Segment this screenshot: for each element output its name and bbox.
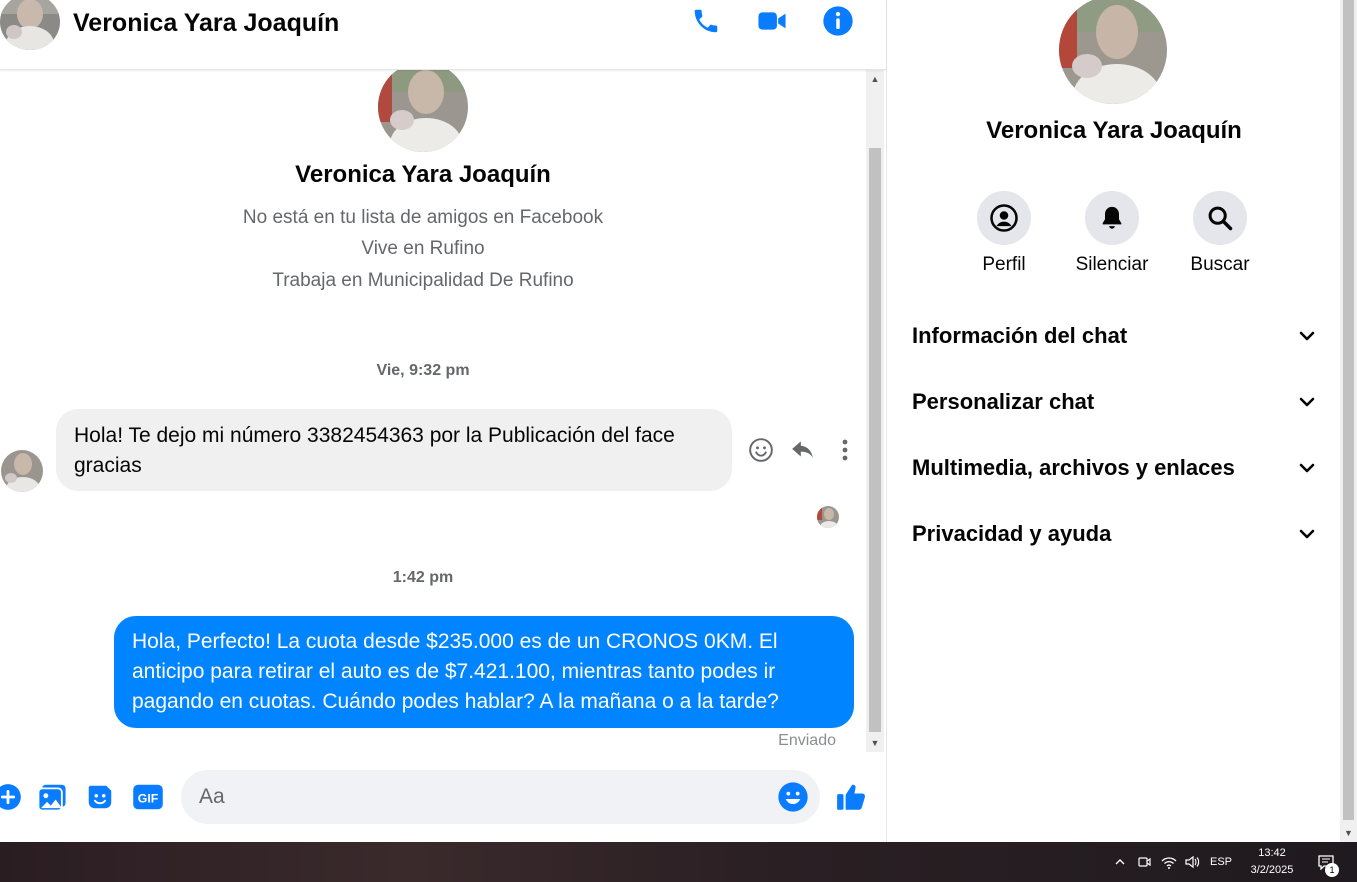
search-icon — [1193, 191, 1247, 245]
reply-icon[interactable] — [787, 434, 819, 466]
section-label: Personalizar chat — [912, 389, 1095, 414]
chevron-down-icon — [1299, 397, 1315, 407]
panel-avatar[interactable] — [1059, 0, 1167, 104]
intro-location: Vive en Rufino — [361, 238, 485, 259]
notification-count-badge: 1 — [1325, 863, 1339, 877]
messenger-window: Veronica Yara Joaquín Veronica Yara Joaq… — [0, 0, 1357, 842]
bell-icon — [1085, 191, 1139, 245]
incoming-message-bubble[interactable]: Hola! Te dejo mi número 3382454363 por l… — [56, 409, 732, 491]
intro-work: Trabaja en Municipalidad De Rufino — [272, 270, 574, 291]
clock-date: 3/2/2025 — [1250, 864, 1294, 876]
section-privacy-help[interactable]: Privacidad y ayuda — [912, 514, 1317, 554]
language-indicator[interactable]: ESP — [1206, 842, 1236, 882]
chevron-down-icon — [1299, 529, 1315, 539]
wifi-icon[interactable] — [1158, 842, 1180, 882]
photo-gallery-icon[interactable] — [35, 780, 69, 814]
section-label: Información del chat — [912, 323, 1128, 348]
chevron-down-icon — [1299, 463, 1315, 473]
intro-friend-status: No está en tu lista de amigos en Faceboo… — [242, 207, 604, 228]
section-customize-chat[interactable]: Personalizar chat — [912, 382, 1317, 422]
search-button[interactable]: Buscar — [1170, 191, 1270, 281]
timestamp: Vie, 9:32 pm — [376, 362, 470, 379]
plus-icon[interactable] — [0, 780, 25, 814]
scroll-down-arrow-icon[interactable]: ▼ — [1340, 826, 1357, 840]
mute-button[interactable]: Silenciar — [1062, 191, 1162, 281]
section-label: Privacidad y ayuda — [912, 521, 1112, 546]
section-chat-info[interactable]: Información del chat — [912, 316, 1317, 356]
profile-label: Perfil — [982, 254, 1026, 275]
emoji-icon[interactable] — [775, 779, 811, 815]
chevron-down-icon — [1299, 331, 1315, 341]
panel-contact-name: Veronica Yara Joaquín — [986, 117, 1242, 144]
more-options-icon[interactable] — [829, 434, 861, 466]
show-hidden-icons-chevron-icon[interactable] — [1110, 842, 1130, 882]
outgoing-message-bubble[interactable]: Hola, Perfecto! La cuota desde $235.000 … — [114, 616, 854, 728]
message-list[interactable]: Veronica Yara Joaquín No está en tu list… — [0, 70, 866, 752]
timestamp: 1:42 pm — [392, 569, 454, 586]
notifications-icon[interactable] — [1312, 842, 1340, 882]
message-scrollbar[interactable]: ▲ ▼ — [866, 70, 884, 752]
message-input[interactable] — [181, 770, 820, 824]
sticker-icon[interactable] — [83, 780, 117, 814]
chat-header: Veronica Yara Joaquín — [0, 0, 886, 70]
contact-name[interactable]: Veronica Yara Joaquín — [73, 9, 339, 38]
scroll-down-arrow-icon[interactable]: ▼ — [866, 736, 884, 750]
seen-receipt-avatar — [817, 506, 839, 528]
volume-icon[interactable] — [1181, 842, 1203, 882]
mute-label: Silenciar — [1075, 254, 1149, 275]
intro-name: Veronica Yara Joaquín — [295, 161, 551, 188]
intro-avatar[interactable] — [378, 70, 468, 152]
section-media-files-links[interactable]: Multimedia, archivos y enlaces — [912, 448, 1317, 488]
video-camera-icon[interactable] — [755, 4, 789, 38]
profile-button[interactable]: Perfil — [954, 191, 1054, 281]
profile-icon — [977, 191, 1031, 245]
taskbar: ESP 13:42 3/2/2025 — [0, 842, 1357, 882]
window-scrollbar-thumb[interactable] — [1343, 0, 1354, 820]
scrollbar-thumb[interactable] — [869, 148, 881, 732]
window-scrollbar[interactable]: ▼ — [1340, 0, 1357, 842]
thumbs-up-icon[interactable] — [835, 780, 869, 814]
search-label: Buscar — [1190, 254, 1250, 275]
chat-column: Veronica Yara Joaquín Veronica Yara Joaq… — [0, 0, 886, 842]
contact-avatar[interactable] — [0, 0, 60, 50]
chat-info-panel: Veronica Yara Joaquín Perfil Silenciar B… — [886, 0, 1340, 842]
scroll-up-arrow-icon[interactable]: ▲ — [866, 72, 884, 86]
sent-status: Enviado — [778, 732, 836, 749]
svg-text:GIF: GIF — [138, 792, 159, 806]
clock-time: 13:42 — [1258, 847, 1286, 859]
info-icon[interactable] — [821, 4, 855, 38]
composer: GIF — [0, 752, 886, 842]
gif-icon[interactable]: GIF — [131, 780, 165, 814]
react-emoji-icon[interactable] — [745, 434, 777, 466]
meet-now-icon[interactable] — [1134, 842, 1154, 882]
section-label: Multimedia, archivos y enlaces — [912, 455, 1235, 480]
language-label: ESP — [1209, 856, 1232, 868]
phone-icon[interactable] — [689, 4, 723, 38]
sender-avatar[interactable] — [1, 450, 43, 492]
clock[interactable]: 13:42 3/2/2025 — [1238, 845, 1306, 879]
